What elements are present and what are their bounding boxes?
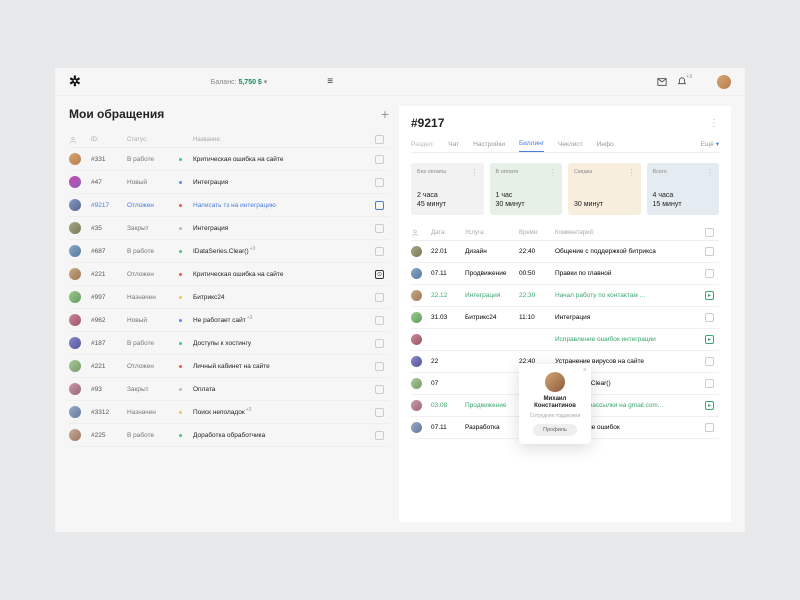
checkbox-icon[interactable] [375,362,384,371]
checkbox-icon[interactable] [375,247,384,256]
activity-row[interactable]: 22.01Дизайн22:40Общение с поддержкой бит… [411,241,719,263]
time-card: Без оплаты⋮2 часа45 минут [411,163,484,215]
checkbox-icon[interactable] [375,339,384,348]
checkbox-icon[interactable]: ▸ [705,335,714,344]
checkbox-icon[interactable]: ▸ [705,401,714,410]
activity-row[interactable]: Исправление ошибок интеграции ▸ [411,329,719,351]
checkbox-icon[interactable] [705,269,714,278]
bell-icon[interactable]: +3 [677,77,687,87]
ticket-row[interactable]: #687 В работе IDataSeries.Clear()+3 [69,240,389,263]
activity-row[interactable]: 07.11Продвижение00:50Правки по главной [411,263,719,285]
topbar: ✲ Баланс: 5,750 $ ▾ ≡ +3 [55,68,745,96]
ticket-row[interactable]: #47 Новый Интеграция [69,171,389,194]
checkbox-icon[interactable] [705,357,714,366]
checkbox-icon[interactable] [375,201,384,210]
checkbox-icon[interactable] [705,247,714,256]
ticket-row[interactable]: #225 В работе Доработка обработчика [69,424,389,447]
balance: Баланс: 5,750 $ ▾ [211,78,268,86]
popover-role: Сотрудник поддержки [530,413,581,419]
checkbox-icon[interactable] [375,431,384,440]
checkbox-icon[interactable] [705,423,714,432]
profile-button[interactable]: Профиль [533,424,577,436]
menu-icon[interactable]: ≡ [327,76,333,87]
user-popover: × МихаилКонстантинов Сотрудник поддержки… [519,364,591,444]
activity-row[interactable]: 22.12Интеграция22:30Начал работу по конт… [411,285,719,307]
ticket-row[interactable]: #331 В работе Критическая ошибка на сайт… [69,148,389,171]
ticket-row[interactable]: #3312 Назначен Поиск неполадок+3 [69,401,389,424]
time-card: В оплате⋮1 час30 минут [490,163,563,215]
add-ticket-button[interactable]: + [381,106,389,122]
ticket-row[interactable]: #221 Отложен Личный кабинет на сайте [69,355,389,378]
tabs: Раздел: Чат Настройки Биллинг Чеклист Инфо Е… [411,140,719,153]
checkbox-icon[interactable] [375,293,384,302]
ticket-row[interactable]: #997 Назначен Битрикс24 [69,286,389,309]
checkbox-icon[interactable]: ▸ [705,291,714,300]
ticket-row[interactable]: #35 Закрыт Интеграция [69,217,389,240]
detail-panel: #9217 ⋮ Раздел: Чат Настройки Биллинг Чекли… [399,106,731,522]
tab-Чеклист[interactable]: Чеклист [558,141,583,152]
ticket-row[interactable]: #962 Новый Не работает сайт+3 [69,309,389,332]
time-card: Всего⋮4 часа15 минут [647,163,720,215]
tab-more[interactable]: Ещё ▾ [701,140,719,152]
popover-avatar [545,372,565,392]
activity-row[interactable]: 31.03Битрикс2411:10Интеграция [411,307,719,329]
header-checkbox-icon [705,228,714,237]
ticket-row[interactable]: #187 В работе Доступы к хостингу [69,332,389,355]
tickets-panel: Мои обращения + ID: Статус: Название: #3… [69,106,389,522]
tab-Настройки[interactable]: Настройки [473,141,505,152]
checkbox-icon[interactable]: ⊙ [375,270,384,279]
tickets-title: Мои обращения [69,107,164,121]
checkbox-icon[interactable] [375,385,384,394]
tab-Биллинг[interactable]: Биллинг [519,140,544,152]
ticket-id-title: #9217 [411,116,444,130]
close-icon[interactable]: × [583,367,587,374]
checkbox-icon[interactable] [375,224,384,233]
checkbox-icon[interactable] [375,155,384,164]
tickets-header: ID: Статус: Название: [69,132,389,148]
ticket-row[interactable]: #221 Отложен Критическая ошибка на сайте… [69,263,389,286]
mail-icon[interactable] [657,77,667,87]
tab-Инфо[interactable]: Инфо [597,141,614,152]
tab-Чат[interactable]: Чат [448,141,459,152]
tabs-label: Раздел: [411,141,434,152]
checkbox-icon[interactable] [375,408,384,417]
checkbox-icon[interactable] [375,178,384,187]
header-checkbox-icon [375,135,384,144]
checkbox-icon[interactable] [375,316,384,325]
more-icon[interactable]: ⋮ [709,118,719,129]
user-avatar[interactable] [717,75,731,89]
logo: ✲ [69,73,81,90]
popover-name: МихаилКонстантинов [534,396,576,410]
activity-header: Дата: Услуга: Время: Комментарий: [411,225,719,241]
checkbox-icon[interactable] [705,379,714,388]
ticket-row[interactable]: #9217 Отложен Написать тз на интеграцию [69,194,389,217]
checkbox-icon[interactable] [705,313,714,322]
ticket-row[interactable]: #93 Закрыт Оплата [69,378,389,401]
time-card: Скидка⋮30 минут [568,163,641,215]
time-cards: Без оплаты⋮2 часа45 минутВ оплате⋮1 час3… [411,163,719,215]
